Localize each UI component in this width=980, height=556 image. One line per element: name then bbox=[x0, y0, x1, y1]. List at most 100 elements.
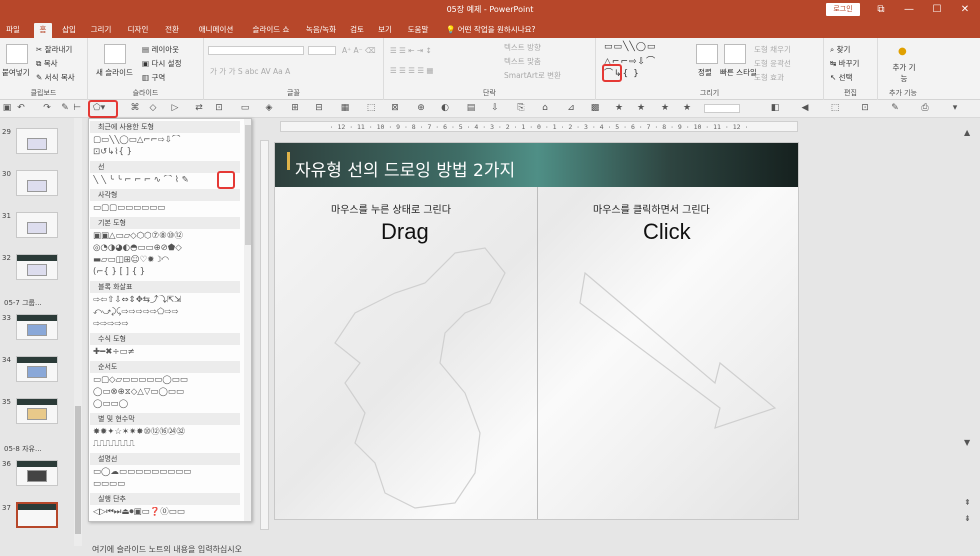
qat-icon-15[interactable]: ▤ bbox=[466, 103, 476, 114]
tab-transitions[interactable]: 전환 bbox=[160, 23, 184, 38]
drag-label[interactable]: Drag bbox=[381, 219, 429, 245]
section-button[interactable]: ▥ 구역 bbox=[142, 72, 165, 83]
slide-canvas[interactable]: 자유형 선의 드로잉 방법 2가지 마우스를 누른 상태로 그린다 Drag 마… bbox=[274, 142, 799, 520]
font-name-dropdown[interactable] bbox=[208, 46, 304, 55]
stars-row[interactable]: ✸✹✦☆✶✷✸⑩⑫⑯㉔㉜ bbox=[93, 427, 239, 438]
replace-button[interactable]: ↹ 바꾸기 bbox=[830, 58, 859, 69]
slide-thumbnail-33[interactable] bbox=[16, 314, 58, 340]
qat-icon-23[interactable]: ⬚ bbox=[830, 103, 840, 114]
flowchart-row[interactable]: ◯▭▭◯ bbox=[93, 399, 239, 410]
slide-thumbnail-31[interactable] bbox=[16, 212, 58, 238]
qat-icon-10[interactable]: ▦ bbox=[340, 103, 350, 114]
qat-icon-24[interactable]: ⊡ bbox=[860, 103, 870, 114]
slide-thumbnail-29[interactable] bbox=[16, 128, 58, 154]
tell-me-search[interactable]: 💡 어떤 작업을 원하시나요? bbox=[446, 23, 535, 36]
new-slide-icon[interactable] bbox=[104, 44, 126, 64]
font-style-icons[interactable]: 가 가 가 S abc AV Aa A bbox=[210, 66, 290, 77]
smartart-button[interactable]: SmartArt로 변환 bbox=[504, 70, 561, 81]
tab-view[interactable]: 보기 bbox=[374, 23, 396, 38]
addin-button[interactable]: 추가 기능 bbox=[892, 62, 916, 84]
qat-icon-13[interactable]: ⊕ bbox=[416, 103, 426, 114]
star-icon-1[interactable]: ★ bbox=[614, 103, 624, 114]
tab-review[interactable]: 검토 bbox=[346, 23, 368, 38]
qat-icon-20[interactable]: ▩ bbox=[590, 103, 600, 114]
right-caption[interactable]: 마우스를 클릭하면서 그린다 bbox=[593, 201, 710, 216]
star-icon-2[interactable]: ★ bbox=[636, 103, 646, 114]
paste-button[interactable]: 붙여넣기 bbox=[2, 67, 30, 78]
qat-icon-18[interactable]: ⌂ bbox=[540, 103, 550, 114]
qat-icon-4[interactable]: ⇄ bbox=[194, 103, 204, 114]
text-align-button[interactable]: 텍스트 맞춤 bbox=[504, 56, 541, 67]
qat-icon-11[interactable]: ⬚ bbox=[366, 103, 376, 114]
qat-icon-5[interactable]: ⊡ bbox=[214, 103, 224, 114]
select-button[interactable]: ↖ 선택 bbox=[830, 72, 852, 83]
scroll-down-icon[interactable]: ▼ bbox=[964, 438, 970, 447]
qat-icon-1[interactable]: ⌘ bbox=[130, 103, 140, 114]
close-button[interactable]: ✕ bbox=[956, 2, 974, 17]
tab-file[interactable]: 파일 bbox=[4, 23, 22, 38]
qat-icon-22[interactable]: ◀ bbox=[800, 103, 810, 114]
stars-row[interactable]: ⎍⎍⎍⎍⎍⎍⎍ bbox=[93, 439, 239, 450]
action-buttons-row[interactable]: ◁▷⏮⏭⏏⏺▣▭❓⓪▭▭ bbox=[93, 507, 239, 518]
cut-button[interactable]: ✂ 잘라내기 bbox=[36, 44, 72, 55]
slide-thumbnail-36[interactable] bbox=[16, 460, 58, 486]
gallery-scroll-thumb[interactable] bbox=[245, 125, 251, 245]
ribbon-display-icon[interactable]: ⧉ bbox=[872, 2, 890, 17]
scroll-up-icon[interactable]: ▲ bbox=[964, 128, 970, 137]
redo-icon[interactable]: ↷ bbox=[42, 103, 52, 114]
next-slide-icon[interactable]: ⇟ bbox=[964, 514, 971, 523]
callouts-row[interactable]: ▭▭▭▭ bbox=[93, 479, 239, 490]
block-arrow-row[interactable]: ⇨⇦⇧⇩⇔⇕✥⇆⤴⤵⇱⇲ bbox=[93, 295, 239, 306]
prev-slide-icon[interactable]: ⇞ bbox=[964, 498, 971, 507]
shape-outline-button[interactable]: 도형 윤곽선 bbox=[754, 58, 791, 69]
save-icon[interactable]: ▣ bbox=[2, 103, 12, 114]
copy-button[interactable]: ⧉ 복사 bbox=[36, 58, 58, 69]
star-icon-3[interactable]: ★ bbox=[660, 103, 670, 114]
flowchart-row[interactable]: ▭▢◇▱▭▭▭▭▭◯▭▭ bbox=[93, 375, 239, 386]
login-button[interactable]: 로그인 bbox=[826, 3, 860, 16]
flowchart-row[interactable]: ◯▭⊗⊕⧖◇△▽▭◯▭▭ bbox=[93, 387, 239, 398]
tab-slideshow[interactable]: 슬라이드 쇼 bbox=[246, 23, 296, 38]
minimize-button[interactable]: — bbox=[900, 2, 918, 17]
find-button[interactable]: ⌕ 찾기 bbox=[830, 44, 850, 55]
block-arrow-row[interactable]: ⇨⇨⇨⇨⇨ bbox=[93, 319, 239, 330]
qat-icon-7[interactable]: ◈ bbox=[264, 103, 274, 114]
qat-icon-19[interactable]: ⊿ bbox=[566, 103, 576, 114]
section-header[interactable]: 05-8 자유... bbox=[4, 444, 42, 454]
qat-icon-16[interactable]: ⇩ bbox=[490, 103, 500, 114]
undo-icon[interactable]: ↶ bbox=[16, 103, 26, 114]
equation-shapes-row[interactable]: ✚━✖÷▭≠ bbox=[93, 347, 239, 358]
text-direction-button[interactable]: 텍스트 방향 bbox=[504, 42, 541, 53]
qat-icon-21[interactable]: ◧ bbox=[770, 103, 780, 114]
grow-font-icon[interactable]: A⁺ A⁻ ⌫ bbox=[342, 46, 376, 55]
list-icons[interactable]: ☰ ☰ ⇤ ⇥ ↕ bbox=[390, 46, 432, 55]
qat-icon-8[interactable]: ⊞ bbox=[290, 103, 300, 114]
tab-design[interactable]: 디자인 bbox=[122, 23, 154, 38]
notes-pane[interactable]: 여기에 슬라이드 노트의 내용을 입력하십시오 bbox=[84, 544, 980, 556]
click-label[interactable]: Click bbox=[643, 219, 691, 245]
freeform-arrow-shape[interactable] bbox=[575, 263, 785, 433]
format-painter-button[interactable]: ✎ 서식 복사 bbox=[36, 72, 75, 83]
recent-shapes-row[interactable]: ▢▭╲╲◯▭△⌐⌐⇨⇩⌒ bbox=[93, 135, 239, 146]
block-arrow-row[interactable]: ⤺⤻⤸⤹⇨⇨⇨⇨⇨⬠⇨⇨ bbox=[93, 307, 239, 318]
align-icons[interactable]: ☰ ☰ ☰ ☰ ▦ bbox=[390, 66, 434, 75]
tab-home[interactable]: 홈 bbox=[34, 23, 52, 38]
basic-shapes-row[interactable]: ◎◔◑◕◐◓▭▭⊕⊘⬟◇ bbox=[93, 243, 239, 254]
shape-effects-button[interactable]: 도형 효과 bbox=[754, 72, 784, 83]
qat-icon-26[interactable]: ⎙ bbox=[920, 103, 930, 114]
gallery-scrollbar[interactable] bbox=[244, 119, 251, 521]
rectangle-shapes-row[interactable]: ▭▢▢▭▭▭▭▭▭ bbox=[93, 203, 239, 214]
qat-icon-17[interactable]: ⎘ bbox=[516, 103, 526, 114]
slide-thumbnail-35[interactable] bbox=[16, 398, 58, 424]
qat-icon-2[interactable]: ◇ bbox=[148, 103, 158, 114]
quick-styles-icon[interactable] bbox=[724, 44, 746, 64]
qat-combobox[interactable] bbox=[704, 104, 740, 113]
star-icon-4[interactable]: ★ bbox=[682, 103, 692, 114]
slide-title[interactable]: 자유형 선의 드로잉 방법 2가지 bbox=[295, 156, 515, 181]
maximize-button[interactable]: ☐ bbox=[928, 2, 946, 17]
tab-insert[interactable]: 삽입 bbox=[58, 23, 80, 38]
qat-more-icon[interactable]: ▾ bbox=[950, 103, 960, 114]
arrange-icon[interactable] bbox=[696, 44, 718, 64]
shape-fill-button[interactable]: 도형 채우기 bbox=[754, 44, 791, 55]
qat-icon-14[interactable]: ◐ bbox=[440, 103, 450, 114]
